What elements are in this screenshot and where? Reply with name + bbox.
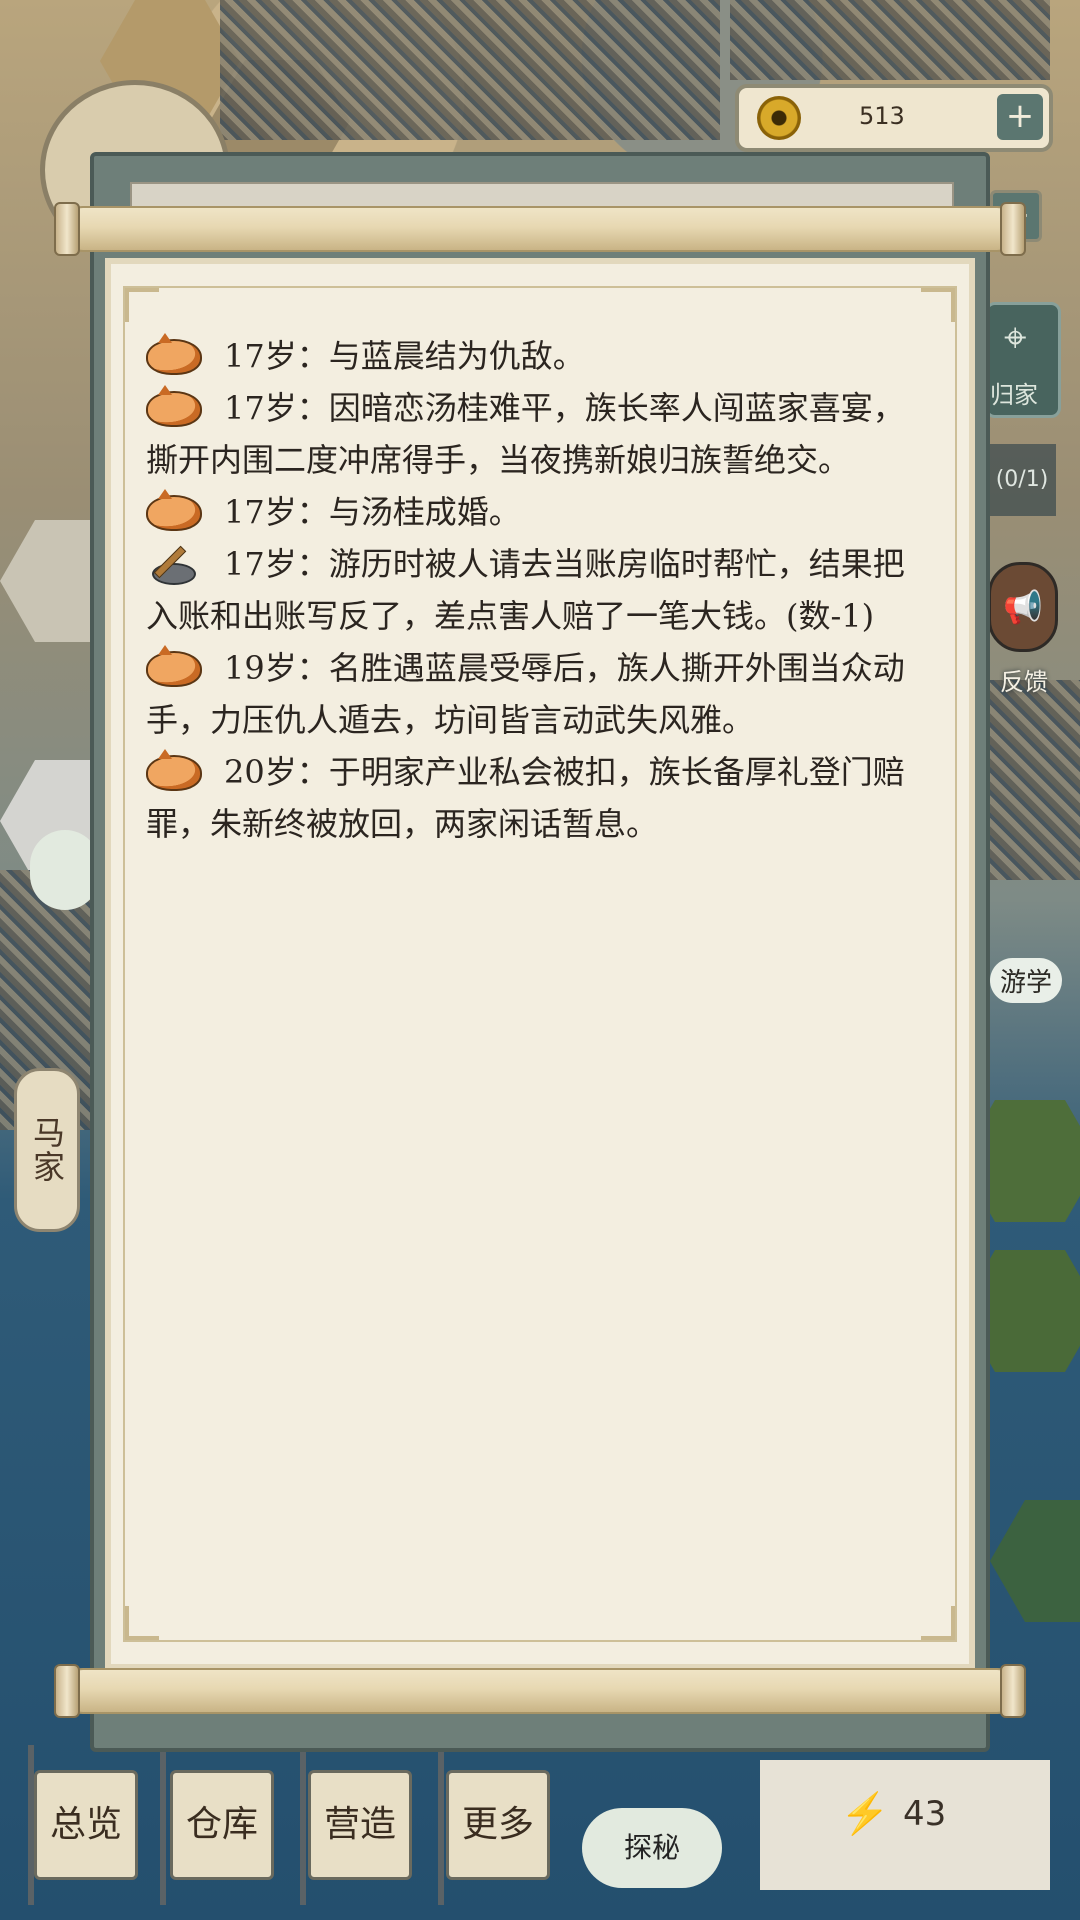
family-tab-ma[interactable]: 马家 (14, 1068, 80, 1232)
nav-pole (438, 1745, 444, 1905)
coin-counter: 513 + (735, 84, 1053, 152)
roller-end (1000, 202, 1026, 256)
megaphone-icon[interactable]: 📢 (988, 562, 1058, 652)
log-entry: 20岁：于明家产业私会被扣，族长备厚礼登门赔罪，朱新终被放回，两家闲话暂息。 (146, 746, 926, 850)
scroll-bottom-roller (54, 1664, 1026, 1718)
roller-end (54, 1664, 80, 1718)
log-entry-text: 20岁：于明家产业私会被扣，族长备厚礼登门赔罪，朱新终被放回，两家闲话暂息。 (146, 753, 905, 843)
nav-build-button[interactable]: 营造 (308, 1770, 412, 1880)
nav-warehouse-button[interactable]: 仓库 (170, 1770, 274, 1880)
map-hex (990, 1500, 1080, 1622)
log-entry: 17岁：游历时被人请去当账房临时帮忙，结果把入账和出账写反了，差点害人赔了一笔大… (146, 538, 926, 642)
nav-pole (160, 1745, 166, 1905)
roller-end (54, 202, 80, 256)
lightning-icon: ⚡ (840, 1791, 890, 1837)
fox-icon (146, 385, 202, 427)
log-entry-text: 19岁：名胜遇蓝晨受辱后，族人撕开外围当众动手，力压仇人遁去，坊间皆言动武失风雅… (146, 649, 905, 739)
quest-counter: (0/1) (988, 444, 1056, 516)
return-home-label: 归家 (990, 381, 1038, 409)
coin-icon (757, 96, 801, 140)
corner-ornament (125, 288, 159, 322)
energy-value: 43 (903, 1794, 947, 1834)
corner-ornament (125, 1606, 159, 1640)
roller-end (1000, 1664, 1026, 1718)
feedback-label[interactable]: 反馈 (1000, 662, 1048, 697)
travel-study-button[interactable]: 游学 (990, 958, 1063, 1003)
map-city (990, 680, 1080, 880)
log-entry: 19岁：名胜遇蓝晨受辱后，族人撕开外围当众动手，力压仇人遁去，坊间皆言动武失风雅… (146, 642, 926, 746)
corner-ornament (921, 1606, 955, 1640)
corner-ornament (921, 288, 955, 322)
location-pin-icon: ⌖ (1004, 315, 1027, 361)
map-city (220, 0, 720, 140)
fox-icon (146, 645, 202, 687)
scroll-top-roller (54, 202, 1026, 256)
log-entry-text: 17岁：因暗恋汤桂难平，族长率人闯蓝家喜宴，撕开内围二度冲席得手，当夜携新娘归族… (146, 389, 905, 479)
fox-icon (146, 489, 202, 531)
fox-icon (146, 333, 202, 375)
brush-inkstone-icon (146, 547, 202, 585)
nav-overview-button[interactable]: 总览 (34, 1770, 138, 1880)
log-entry-text: 17岁：游历时被人请去当账房临时帮忙，结果把入账和出账写反了，差点害人赔了一笔大… (146, 545, 905, 635)
coin-amount: 513 (859, 102, 905, 130)
add-coins-button[interactable]: + (997, 94, 1043, 140)
map-city (730, 0, 1050, 80)
log-entry: 17岁：与汤桂成婚。 (146, 486, 926, 538)
log-entry: 17岁：因暗恋汤桂难平，族长率人闯蓝家喜宴，撕开内围二度冲席得手，当夜携新娘归族… (146, 382, 926, 486)
return-home-button[interactable]: ⌖ 归家 (985, 302, 1061, 418)
event-log: 17岁：与蓝晨结为仇敌。 17岁：因暗恋汤桂难平，族长率人闯蓝家喜宴，撕开内围二… (146, 330, 926, 850)
explore-button[interactable]: 探秘 (582, 1808, 722, 1888)
nav-more-button[interactable]: 更多 (446, 1770, 550, 1880)
nav-pole (300, 1745, 306, 1905)
log-entry-text: 17岁：与汤桂成婚。 (224, 493, 521, 531)
log-entry-text: 17岁：与蓝晨结为仇敌。 (224, 337, 585, 375)
log-entry: 17岁：与蓝晨结为仇敌。 (146, 330, 926, 382)
fox-icon (146, 749, 202, 791)
